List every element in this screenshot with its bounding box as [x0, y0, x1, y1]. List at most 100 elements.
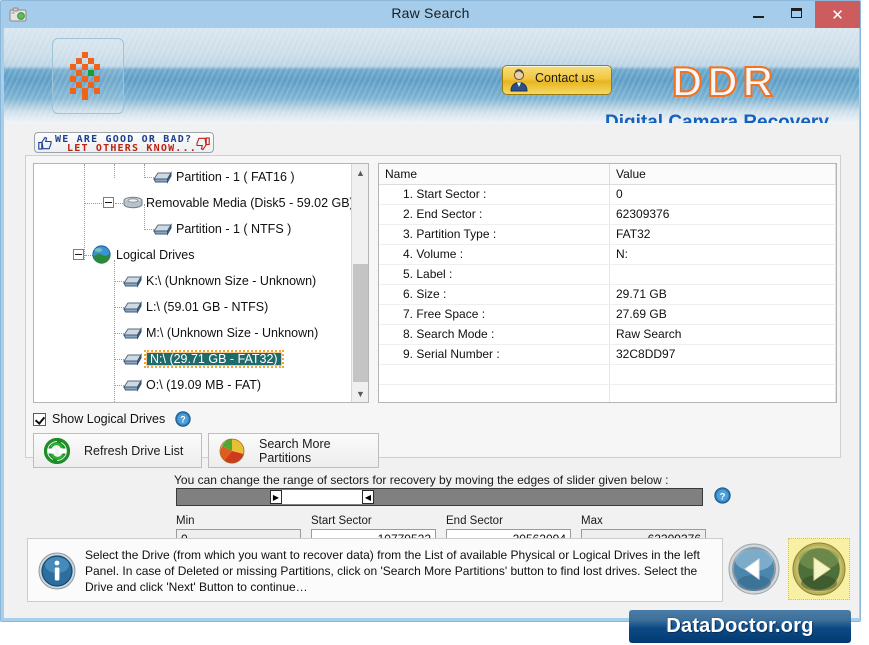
tree-expander-collapse-icon[interactable] — [73, 249, 84, 260]
app-banner: Contact us DDR Digital Camera Recovery — [4, 28, 859, 123]
tree-item[interactable]: Partition - 1 ( NTFS ) — [34, 216, 351, 242]
property-name: 7. Free Space : — [379, 305, 610, 324]
contact-us-label: Contact us — [535, 71, 595, 85]
table-row[interactable]: 8. Search Mode : Raw Search — [379, 325, 836, 345]
table-row[interactable] — [379, 365, 836, 385]
property-value: 0 — [610, 185, 836, 204]
tree-item[interactable]: K:\ (Unknown Size - Unknown) — [34, 268, 351, 294]
drive-icon — [122, 300, 144, 314]
tree-item-label: Logical Drives — [116, 247, 195, 262]
slider-help-icon[interactable]: ? — [714, 487, 731, 504]
table-row[interactable] — [379, 385, 836, 402]
help-icon[interactable]: ? — [175, 411, 191, 427]
tree-item-label: O:\ (19.09 MB - FAT) — [146, 377, 262, 392]
scrollbar-thumb[interactable] — [353, 264, 368, 382]
partition-icon — [152, 170, 174, 184]
tree-expander-collapse-icon[interactable] — [103, 197, 114, 208]
property-name: 4. Volume : — [379, 245, 610, 264]
svg-text:?: ? — [181, 415, 187, 425]
close-button[interactable]: ✕ — [815, 1, 860, 28]
refresh-drive-list-button[interactable]: Refresh Drive List — [33, 433, 202, 468]
slider-start-handle[interactable]: ▶ — [270, 490, 282, 504]
table-row[interactable]: 2. End Sector :62309376 — [379, 205, 836, 225]
end-sector-label: End Sector — [446, 515, 503, 527]
info-icon — [38, 552, 76, 590]
minimize-button[interactable] — [739, 1, 777, 25]
tree-item-logical-drives[interactable]: Logical Drives — [34, 242, 351, 268]
drive-tree[interactable]: Partition - 1 ( FAT16 ) Removable Media … — [33, 163, 369, 403]
contact-us-button[interactable]: Contact us — [502, 65, 612, 95]
tree-item-label: Removable Media (Disk5 - 59.02 GB) — [146, 195, 354, 210]
show-logical-drives-row: Show Logical Drives ? — [33, 411, 191, 427]
thumbs-down-icon — [195, 136, 210, 151]
table-row[interactable]: 6. Size :29.71 GB — [379, 285, 836, 305]
next-button[interactable] — [788, 538, 850, 600]
tree-item[interactable]: Partition - 1 ( FAT16 ) — [34, 164, 351, 190]
tree-item-label: N:\ (29.71 GB - FAT32) — [144, 349, 284, 369]
column-header-value[interactable]: Value — [610, 164, 836, 184]
drive-icon — [122, 378, 144, 392]
svg-text:?: ? — [720, 491, 726, 502]
drive-icon — [122, 352, 144, 366]
tree-scrollbar[interactable]: ▲ ▼ — [351, 164, 368, 402]
show-logical-drives-label: Show Logical Drives — [52, 412, 166, 426]
search-more-partitions-button[interactable]: Search More Partitions — [208, 433, 379, 468]
checkerboard-logo-icon — [70, 52, 106, 100]
partition-icon — [152, 222, 174, 236]
app-root: Raw Search ✕ Contact us DDR Digital Came… — [0, 0, 869, 645]
partition-properties-list[interactable]: Name Value 1. Start Sector :0 2. End Sec… — [378, 163, 837, 403]
property-value: 27.69 GB — [610, 305, 836, 324]
property-value: 32C8DD97 — [610, 345, 836, 364]
previous-button[interactable] — [728, 543, 780, 595]
thumbs-up-icon — [38, 136, 53, 151]
tree-item[interactable]: P:\ (18.95 MB - PMBPORTABLE - FAT) — [34, 398, 351, 402]
tree-item-label: Partition - 1 ( NTFS ) — [176, 221, 292, 236]
property-name: 6. Size : — [379, 285, 610, 304]
drive-icon — [122, 274, 144, 288]
tree-item[interactable]: L:\ (59.01 GB - NTFS) — [34, 294, 351, 320]
tree-item[interactable]: Removable Media (Disk5 - 59.02 GB) — [34, 190, 354, 216]
refresh-drive-list-label: Refresh Drive List — [84, 443, 184, 458]
table-row[interactable]: 5. Label : — [379, 265, 836, 285]
slider-selected-range[interactable] — [280, 490, 362, 504]
scroll-down-icon[interactable]: ▼ — [352, 385, 368, 402]
brand-tagline: Digital Camera Recovery — [605, 112, 829, 123]
table-row[interactable]: 7. Free Space :27.69 GB — [379, 305, 836, 325]
table-row[interactable]: 9. Serial Number :32C8DD97 — [379, 345, 836, 365]
property-value: N: — [610, 245, 836, 264]
info-panel: Select the Drive (from which you want to… — [27, 538, 723, 602]
property-value: 62309376 — [610, 205, 836, 224]
tree-item[interactable]: M:\ (Unknown Size - Unknown) — [34, 320, 351, 346]
property-name — [379, 365, 610, 384]
column-header-name[interactable]: Name — [379, 164, 610, 184]
property-value: Raw Search — [610, 325, 836, 344]
table-row[interactable]: 3. Partition Type : FAT32 — [379, 225, 836, 245]
feedback-badge[interactable]: WE ARE GOOD OR BAD? LET OTHERS KNOW... — [34, 132, 214, 154]
property-value — [610, 385, 836, 402]
scroll-up-icon[interactable]: ▲ — [352, 164, 368, 181]
person-icon — [508, 68, 530, 92]
table-row[interactable]: 1. Start Sector :0 — [379, 185, 836, 205]
brand-ddr: DDR — [671, 57, 778, 106]
slider-end-handle[interactable]: ◀ — [362, 490, 374, 504]
property-name: 3. Partition Type : — [379, 225, 610, 244]
feedback-line-2: LET OTHERS KNOW... — [67, 143, 197, 154]
table-row[interactable]: 4. Volume : N: — [379, 245, 836, 265]
tree-item-label: K:\ (Unknown Size - Unknown) — [146, 273, 317, 288]
show-logical-drives-checkbox[interactable] — [33, 412, 46, 426]
property-name: 1. Start Sector : — [379, 185, 610, 204]
info-text: Select the Drive (from which you want to… — [85, 548, 700, 594]
sector-range-slider[interactable]: ▶ ◀ — [176, 488, 703, 506]
pie-chart-icon — [219, 438, 245, 464]
footer-brand-label: DataDoctor.org — [666, 615, 814, 637]
tree-item[interactable]: O:\ (19.09 MB - FAT) — [34, 372, 351, 398]
search-more-partitions-label: Search More Partitions — [259, 436, 331, 465]
tree-item-selected[interactable]: N:\ (29.71 GB - FAT32) — [34, 346, 351, 372]
maximize-button[interactable] — [777, 1, 815, 25]
property-value — [610, 265, 836, 284]
max-field-label: Max — [581, 515, 603, 527]
start-sector-label: Start Sector — [311, 515, 372, 527]
tree-item-label: L:\ (59.01 GB - NTFS) — [146, 299, 269, 314]
min-field-label: Min — [176, 515, 195, 527]
window-buttons: ✕ — [739, 1, 860, 28]
